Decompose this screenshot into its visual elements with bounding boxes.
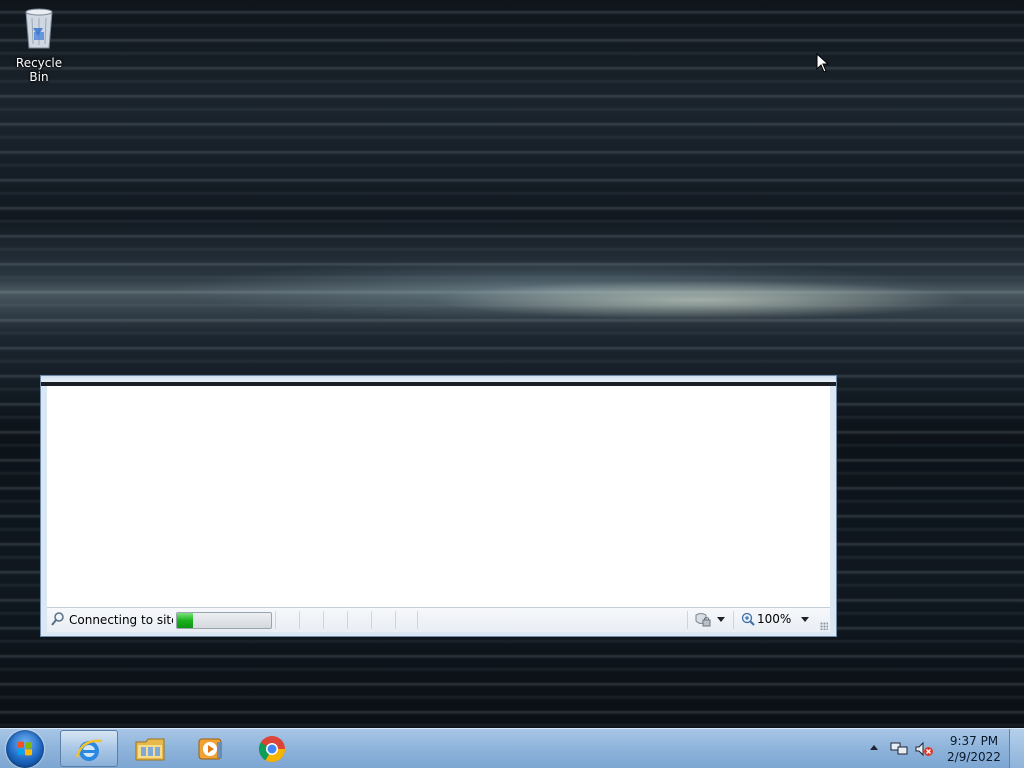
status-separator: [371, 611, 372, 629]
recycle-bin-icon: [25, 8, 53, 49]
zoom-level[interactable]: 100%: [757, 612, 791, 626]
status-separator: [347, 611, 348, 629]
windows-logo-icon: [18, 741, 32, 756]
page-content-area[interactable]: [47, 386, 830, 608]
zoom-icon[interactable]: [741, 612, 755, 626]
status-text: Connecting to site ...: [69, 613, 173, 627]
security-zone-icon[interactable]: [693, 611, 713, 629]
media-player-icon: [198, 738, 222, 760]
window-top-edge: [41, 376, 836, 386]
status-separator: [395, 611, 396, 629]
taskbar-google-chrome[interactable]: [244, 730, 302, 767]
system-clock[interactable]: 9:37 PM 2/9/2022: [940, 733, 1008, 765]
zoom-dropdown-icon[interactable]: [801, 617, 809, 622]
taskbar-media-player[interactable]: [182, 730, 240, 767]
network-icon[interactable]: [890, 741, 908, 757]
resize-grip[interactable]: [820, 622, 828, 630]
status-separator: [299, 611, 300, 629]
status-separator: [687, 611, 688, 629]
start-button[interactable]: [6, 730, 44, 768]
status-separator: [323, 611, 324, 629]
status-separator: [417, 611, 418, 629]
taskbar-windows-explorer[interactable]: [121, 730, 179, 767]
loading-progress-bar: [176, 612, 272, 629]
folder-icon: [135, 738, 165, 761]
magnifier-icon: [51, 612, 64, 626]
show-desktop-button[interactable]: [1009, 729, 1024, 768]
taskbar: 9:37 PM 2/9/2022: [0, 728, 1024, 768]
desktop-icon-recycle-bin[interactable]: Recycle Bin: [6, 6, 72, 84]
clock-date: 2/9/2022: [947, 750, 1001, 764]
taskbar-internet-explorer[interactable]: [60, 730, 118, 767]
show-hidden-icons-button[interactable]: [870, 745, 878, 750]
status-bar: Connecting to site ...: [47, 607, 830, 632]
progress-fill: [177, 613, 193, 628]
security-zone-dropdown-icon[interactable]: [717, 617, 725, 622]
internet-explorer-icon: [75, 739, 103, 761]
internet-explorer-window[interactable]: Connecting to site ...: [40, 375, 837, 637]
volume-muted-icon[interactable]: [914, 741, 934, 757]
mouse-cursor-icon: [816, 53, 830, 73]
recycle-bin-label: Recycle Bin: [15, 56, 63, 84]
status-separator: [275, 611, 276, 629]
clock-time: 9:37 PM: [949, 734, 999, 748]
chrome-icon: [258, 736, 286, 763]
status-separator: [733, 611, 734, 629]
desktop-background: Recycle Bin Connecting to site ...: [0, 0, 1024, 728]
